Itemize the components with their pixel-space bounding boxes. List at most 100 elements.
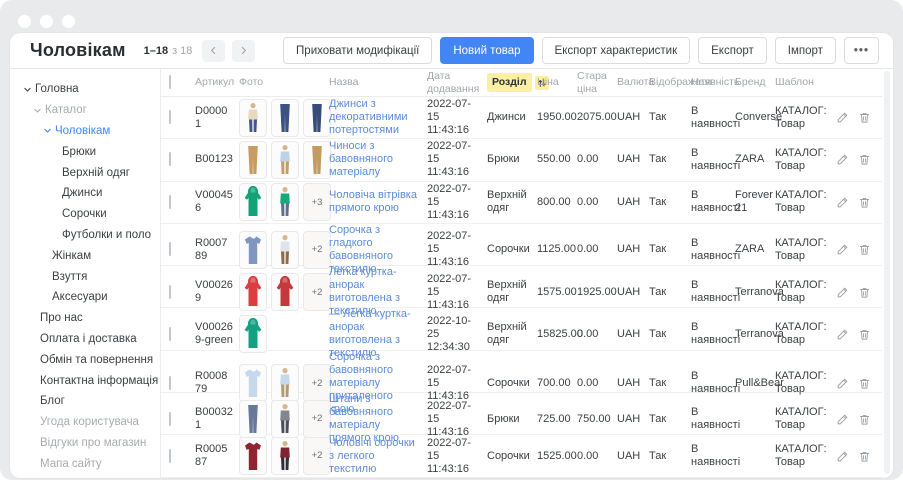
product-photo[interactable] <box>239 183 267 221</box>
product-photo[interactable] <box>303 141 331 179</box>
column-header-label[interactable]: Артикул <box>195 76 234 88</box>
edit-button[interactable] <box>836 196 849 209</box>
delete-button[interactable] <box>858 111 871 124</box>
column-header-label[interactable]: Розділ <box>487 73 532 91</box>
column-header-label[interactable]: Стара ціна <box>577 70 607 94</box>
delete-button[interactable] <box>858 196 871 209</box>
edit-button[interactable] <box>836 111 849 124</box>
row-checkbox[interactable] <box>169 110 171 124</box>
window-dot[interactable] <box>40 15 53 28</box>
more-photos-badge[interactable]: +3 <box>303 183 331 221</box>
column-header-select[interactable] <box>169 76 195 88</box>
product-name-link[interactable]: Чоловічі сорочки з легкого текстилю <box>329 437 427 476</box>
delete-button[interactable] <box>858 413 871 426</box>
sidebar-item[interactable]: Взуття <box>10 266 160 287</box>
sidebar-item[interactable]: Чоловікам <box>10 121 160 142</box>
product-photo[interactable] <box>239 364 267 402</box>
edit-button[interactable] <box>836 328 849 341</box>
sidebar-item[interactable]: Контактна інформація <box>10 370 160 391</box>
row-checkbox[interactable] <box>169 327 171 341</box>
more-photos-badge[interactable]: +2 <box>303 364 331 402</box>
sidebar-item[interactable]: Верхній одяг <box>10 162 160 183</box>
product-photo[interactable] <box>239 273 267 311</box>
delete-button[interactable] <box>858 243 871 256</box>
product-photo[interactable] <box>271 364 299 402</box>
column-header-label[interactable]: Ціна <box>537 76 559 88</box>
row-checkbox[interactable] <box>169 195 171 209</box>
more-photos-badge[interactable]: +2 <box>303 231 331 269</box>
column-header-label[interactable]: Наявність <box>691 76 739 88</box>
sidebar-item[interactable]: Футболки и поло <box>10 225 160 246</box>
product-photo[interactable] <box>271 231 299 269</box>
delete-button[interactable] <box>858 328 871 341</box>
product-photo[interactable] <box>271 183 299 221</box>
sidebar-item[interactable]: Каталог <box>10 100 160 121</box>
pagination-next-button[interactable] <box>232 40 255 62</box>
edit-button[interactable] <box>836 450 849 463</box>
select-all-checkbox[interactable] <box>169 75 171 89</box>
hide-modifications-button[interactable]: Приховати модифікації <box>283 37 432 64</box>
product-photo[interactable] <box>271 273 299 311</box>
row-checkbox[interactable] <box>169 152 171 166</box>
column-header-label[interactable]: Фото <box>239 76 263 88</box>
vertical-scrollbar[interactable] <box>884 71 890 474</box>
edit-button[interactable] <box>836 377 849 390</box>
delete-button[interactable] <box>858 153 871 166</box>
row-checkbox[interactable] <box>169 449 171 463</box>
export-button[interactable]: Експорт <box>698 37 767 64</box>
row-checkbox[interactable] <box>169 376 171 390</box>
window-dot[interactable] <box>62 15 75 28</box>
product-photo[interactable] <box>239 315 267 353</box>
delete-button[interactable] <box>858 377 871 390</box>
sidebar-item[interactable]: Сорочки <box>10 204 160 225</box>
product-photo[interactable] <box>271 99 299 137</box>
delete-button[interactable] <box>858 450 871 463</box>
product-photo[interactable] <box>303 99 331 137</box>
product-photo[interactable] <box>271 400 299 438</box>
product-photo[interactable] <box>239 99 267 137</box>
sidebar-item[interactable]: Блог <box>10 391 160 412</box>
column-header-label[interactable]: Дата додавання <box>427 70 479 94</box>
more-photos-badge[interactable]: +2 <box>303 437 331 475</box>
row-checkbox[interactable] <box>169 285 171 299</box>
product-name-link[interactable]: Чоловіча вітрівка прямого крою <box>329 189 427 215</box>
sidebar-item[interactable]: Про нас <box>10 308 160 329</box>
column-header-label[interactable]: Назва <box>329 76 358 88</box>
row-checkbox[interactable] <box>169 242 171 256</box>
more-photos-badge[interactable]: +2 <box>303 273 331 311</box>
sidebar-item[interactable]: Аксесуари <box>10 287 160 308</box>
export-characteristics-button[interactable]: Експорт характеристик <box>542 37 691 64</box>
sidebar-item[interactable]: Джинси <box>10 183 160 204</box>
product-photo[interactable] <box>239 231 267 269</box>
edit-button[interactable] <box>836 286 849 299</box>
sidebar-item[interactable]: Головна <box>10 79 160 100</box>
sidebar-item[interactable]: Брюки <box>10 141 160 162</box>
sidebar-item[interactable]: Обмін та повернення <box>10 349 160 370</box>
product-photo[interactable] <box>271 437 299 475</box>
more-photos-badge[interactable]: +2 <box>303 400 331 438</box>
edit-button[interactable] <box>836 153 849 166</box>
sidebar-item[interactable]: Відгуки про магазин <box>10 433 160 454</box>
import-button[interactable]: Імпорт <box>775 37 836 64</box>
product-name-link[interactable]: Чиноси з бавовняного матеріалу <box>329 140 427 179</box>
edit-button[interactable] <box>836 413 849 426</box>
sidebar-item[interactable]: Мапа сайту <box>10 453 160 474</box>
more-actions-button[interactable]: ••• <box>844 37 879 64</box>
brand-cell: Converse <box>735 111 775 124</box>
delete-button[interactable] <box>858 286 871 299</box>
product-name-link[interactable]: Джинси з декоративними потертостями <box>329 98 427 137</box>
sidebar-item[interactable]: Жінкам <box>10 245 160 266</box>
edit-button[interactable] <box>836 243 849 256</box>
product-photo[interactable] <box>239 400 267 438</box>
new-product-button[interactable]: Новий товар <box>440 37 533 64</box>
product-photo[interactable] <box>239 437 267 475</box>
product-photo[interactable] <box>271 141 299 179</box>
pagination-prev-button[interactable] <box>202 40 225 62</box>
column-header-label[interactable]: Бренд <box>735 76 766 88</box>
product-photo[interactable] <box>239 141 267 179</box>
sidebar-item[interactable]: Оплата і доставка <box>10 329 160 350</box>
sidebar-item[interactable]: Угода користувача <box>10 412 160 433</box>
window-dot[interactable] <box>18 15 31 28</box>
row-checkbox[interactable] <box>169 412 171 426</box>
column-header-label[interactable]: Шаблон <box>775 76 814 88</box>
